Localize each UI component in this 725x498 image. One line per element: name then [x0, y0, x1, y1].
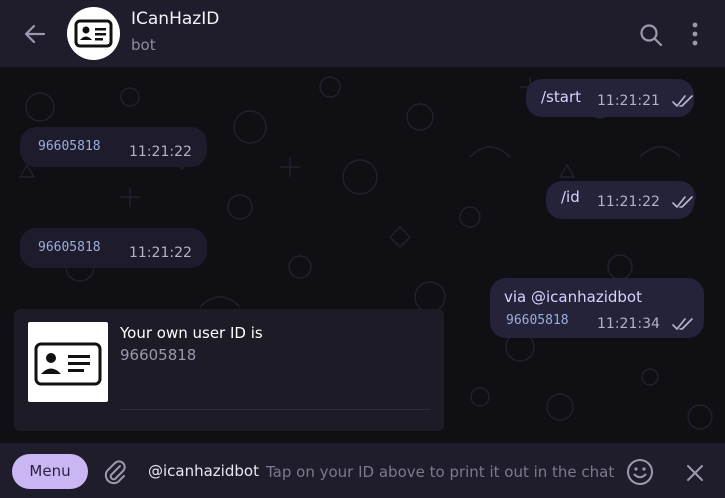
- inline-bot-prefix[interactable]: @icanhazidbot: [148, 462, 259, 480]
- close-icon[interactable]: [684, 462, 706, 484]
- double-check-icon: [672, 318, 693, 330]
- via-bot-link[interactable]: via @icanhazidbot: [504, 288, 642, 306]
- avatar[interactable]: [67, 7, 120, 60]
- divider: [120, 409, 430, 410]
- double-check-icon: [672, 95, 693, 107]
- user-id-text[interactable]: 96605818: [38, 240, 101, 255]
- back-arrow-icon[interactable]: [22, 21, 48, 47]
- id-card-icon: [74, 19, 113, 48]
- paperclip-icon[interactable]: [102, 458, 128, 486]
- card-value: 96605818: [120, 346, 197, 364]
- outgoing-message[interactable]: /id 11:21:22: [546, 181, 694, 219]
- message-input-placeholder[interactable]: Tap on your ID above to print it out in …: [266, 463, 614, 481]
- chat-title[interactable]: ICanHazID: [131, 9, 219, 29]
- incoming-message[interactable]: 96605818 11:21:22: [20, 228, 207, 268]
- incoming-message[interactable]: 96605818 11:21:22: [20, 127, 207, 167]
- card-title: Your own user ID is: [120, 324, 263, 342]
- message-time: 11:21:22: [129, 144, 192, 160]
- id-card-icon: [34, 342, 102, 386]
- menu-button[interactable]: Menu: [12, 454, 88, 489]
- outgoing-message[interactable]: /start 11:21:21: [526, 79, 694, 117]
- card-thumbnail: [28, 322, 108, 402]
- inline-result-card[interactable]: Your own user ID is 96605818: [14, 309, 444, 431]
- outgoing-message[interactable]: via @icanhazidbot 96605818 11:21:34: [490, 278, 704, 338]
- user-id-text[interactable]: 96605818: [506, 313, 569, 328]
- chat-subtitle: bot: [131, 36, 156, 54]
- message-text: /start: [541, 88, 581, 106]
- user-id-text[interactable]: 96605818: [38, 139, 101, 154]
- emoji-icon[interactable]: [625, 457, 655, 487]
- double-check-icon: [672, 196, 693, 208]
- message-time: 11:21:22: [129, 245, 192, 261]
- message-time: 11:21:22: [597, 194, 660, 210]
- search-icon[interactable]: [638, 22, 664, 48]
- chat-area[interactable]: /start 11:21:21 96605818 11:21:22 /id 11…: [0, 67, 725, 443]
- message-time: 11:21:21: [597, 93, 660, 109]
- chat-header: ICanHazID bot: [0, 0, 725, 67]
- message-input-bar: Menu @icanhazidbot Tap on your ID above …: [0, 443, 725, 498]
- more-vertical-icon[interactable]: [688, 20, 702, 48]
- message-text: /id: [561, 188, 580, 206]
- message-time: 11:21:34: [597, 316, 660, 332]
